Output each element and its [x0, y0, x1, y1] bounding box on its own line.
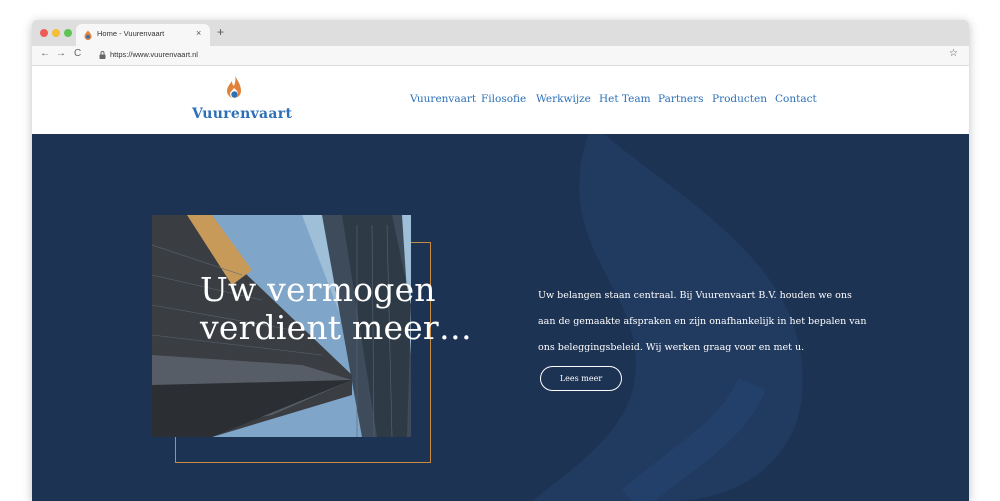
- maximize-window-button[interactable]: [64, 29, 72, 37]
- plus-icon[interactable]: +: [217, 25, 224, 39]
- tab-bar: Home - Vuurenvaart × +: [32, 20, 969, 46]
- logo-text[interactable]: Vuurenvaart: [192, 106, 292, 122]
- nav-item-partners[interactable]: Partners: [658, 93, 703, 105]
- forward-arrow-icon[interactable]: →: [56, 48, 66, 59]
- browser-tab[interactable]: Home - Vuurenvaart ×: [76, 24, 210, 46]
- nav-item-het-team[interactable]: Het Team: [599, 93, 651, 105]
- nav-item-werkwijze[interactable]: Werkwijze: [536, 93, 591, 105]
- hero-section: Uw vermogen verdient meer… Uw belangen s…: [32, 134, 969, 501]
- browser-window: Home - Vuurenvaart × + ← → C https://www…: [32, 20, 969, 501]
- close-window-button[interactable]: [40, 29, 48, 37]
- nav-item-vuurenvaart[interactable]: Vuurenvaart: [410, 93, 476, 105]
- favicon-icon: [84, 30, 92, 40]
- hero-title-line-1: Uw vermogen: [200, 270, 436, 309]
- url-field[interactable]: https://www.vuurenvaart.nl: [110, 50, 198, 59]
- nav-item-filosofie[interactable]: Filosofie: [481, 93, 526, 105]
- address-bar: ← → C https://www.vuurenvaart.nl ☆: [32, 46, 969, 66]
- tab-title: Home - Vuurenvaart: [97, 29, 165, 38]
- back-arrow-icon[interactable]: ←: [40, 48, 50, 59]
- nav-item-contact[interactable]: Contact: [775, 93, 817, 105]
- star-icon[interactable]: ☆: [949, 48, 958, 59]
- lock-icon: [99, 51, 106, 59]
- hero-title-line-2: verdient meer…: [200, 308, 473, 347]
- reload-icon[interactable]: C: [74, 48, 81, 59]
- minimize-window-button[interactable]: [52, 29, 60, 37]
- hero-title: Uw vermogen verdient meer…: [200, 271, 500, 347]
- flame-logo-icon[interactable]: [224, 75, 244, 103]
- nav-item-producten[interactable]: Producten: [712, 93, 767, 105]
- close-icon[interactable]: ×: [196, 28, 201, 38]
- site-header: Vuurenvaart Vuurenvaart Filosofie Werkwi…: [32, 66, 969, 134]
- hero-description: Uw belangen staan centraal. Bij Vuurenva…: [538, 290, 867, 353]
- read-more-button[interactable]: Lees meer: [540, 366, 622, 391]
